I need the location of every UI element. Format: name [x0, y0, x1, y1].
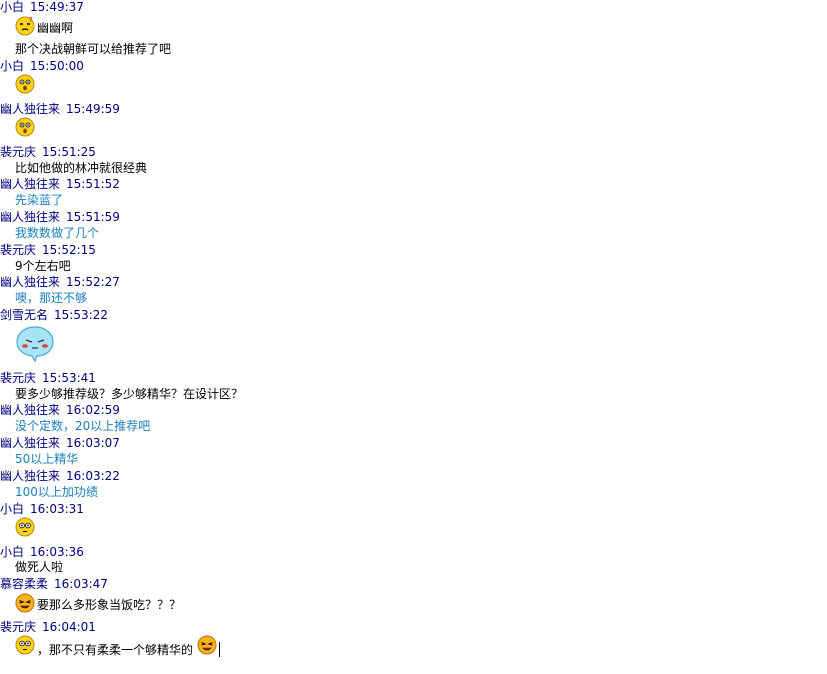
message-header: 幽人独往来 16:03:22: [0, 469, 120, 483]
message-header: 幽人独往来 16:02:59: [0, 403, 120, 417]
timestamp: 16:02:59: [66, 403, 120, 417]
squinting-grin-icon: [197, 635, 217, 658]
sender-name: 幽人独往来: [0, 102, 61, 116]
svg-text:?: ?: [29, 16, 33, 24]
message-header: 幽人独往来 15:51:52: [0, 177, 120, 191]
message-text: ，那不只有柔柔一个够精华的: [37, 642, 194, 657]
message-body: 要那么多形象当饭吃？？？: [15, 593, 181, 616]
message-header: 幽人独往来 16:03:07: [0, 436, 120, 450]
sender-name: 裴元庆: [0, 620, 37, 634]
sender-name: 小白: [0, 59, 25, 73]
sender-name: 裴元庆: [0, 371, 37, 385]
timestamp: 15:51:52: [66, 177, 120, 191]
message-header: 小白 15:49:37: [0, 0, 84, 14]
blushing-bubble-icon: [15, 325, 55, 366]
surprised-face-icon: [15, 117, 35, 140]
sender-name: 小白: [0, 545, 25, 559]
message-header: 小白 16:03:31: [0, 502, 84, 516]
timestamp: 16:03:47: [54, 577, 108, 591]
message-body: [15, 74, 35, 97]
message-body: [15, 517, 35, 540]
sender-name: 剑雪无名: [0, 308, 49, 322]
message-text: 先染蓝了: [15, 193, 64, 207]
message-body: [15, 325, 55, 366]
message-text: 做死人啦: [15, 560, 64, 574]
sender-name: 幽人独往来: [0, 436, 61, 450]
message-text: 9个左右吧: [15, 259, 71, 273]
timestamp: 15:53:41: [42, 371, 96, 385]
message-header: 幽人独往来 15:49:59: [0, 102, 120, 116]
squinting-grin-icon: [15, 593, 35, 616]
message-header: 慕容柔柔 16:03:47: [0, 577, 108, 591]
wide-eyed-face-icon: [15, 517, 35, 540]
message-text: 幽幽啊: [37, 20, 74, 35]
text-cursor[interactable]: [219, 642, 221, 657]
message-text: 比如他做的林冲就很经典: [15, 161, 148, 175]
timestamp: 15:49:59: [66, 102, 120, 116]
timestamp: 15:52:27: [66, 275, 120, 289]
timestamp: 16:03:07: [66, 436, 120, 450]
sender-name: 幽人独往来: [0, 469, 61, 483]
message-header: 剑雪无名 15:53:22: [0, 308, 108, 322]
message-text: 要多少够推荐级？多少够精华？在设计区？: [15, 387, 244, 401]
message-header: 小白 15:50:00: [0, 59, 84, 73]
message-header: 裴元庆 16:04:01: [0, 620, 96, 634]
timestamp: 15:51:25: [42, 145, 96, 159]
message-body: [15, 117, 35, 140]
message-header: 裴元庆 15:51:25: [0, 145, 96, 159]
message-body: ? 幽幽啊: [15, 16, 73, 39]
sender-name: 幽人独往来: [0, 177, 61, 191]
message-text: 那个决战朝鲜可以给推荐了吧: [15, 42, 172, 56]
timestamp: 16:03:36: [30, 545, 84, 559]
message-text: 噢，那还不够: [15, 291, 88, 305]
dizzy-face-icon: ?: [15, 16, 35, 39]
timestamp: 15:53:22: [54, 308, 108, 322]
timestamp: 15:50:00: [30, 59, 84, 73]
message-header: 幽人独往来 15:52:27: [0, 275, 120, 289]
sender-name: 幽人独往来: [0, 275, 61, 289]
message-header: 小白 16:03:36: [0, 545, 84, 559]
message-text: 50以上精华: [15, 452, 79, 466]
sender-name: 慕容柔柔: [0, 577, 49, 591]
timestamp: 15:49:37: [30, 0, 84, 14]
timestamp: 16:03:31: [30, 502, 84, 516]
sender-name: 裴元庆: [0, 145, 37, 159]
message-text: 100以上加功绩: [15, 485, 98, 499]
message-text: 要那么多形象当饭吃？？？: [37, 597, 182, 612]
timestamp: 15:51:59: [66, 210, 120, 224]
timestamp: 16:03:22: [66, 469, 120, 483]
message-header: 幽人独往来 15:51:59: [0, 210, 120, 224]
sender-name: 幽人独往来: [0, 403, 61, 417]
sender-name: 裴元庆: [0, 243, 37, 257]
message-text: 我数数做了几个: [15, 226, 100, 240]
message-header: 裴元庆 15:53:41: [0, 371, 96, 385]
sender-name: 幽人独往来: [0, 210, 61, 224]
sender-name: 小白: [0, 502, 25, 516]
sender-name: 小白: [0, 0, 25, 14]
wide-eyed-face-icon: [15, 635, 35, 658]
surprised-face-icon: [15, 74, 35, 97]
message-header: 裴元庆 15:52:15: [0, 243, 96, 257]
message-body: ，那不只有柔柔一个够精华的: [15, 635, 221, 658]
timestamp: 16:04:01: [42, 620, 96, 634]
timestamp: 15:52:15: [42, 243, 96, 257]
message-text: 没个定数，20以上推荐吧: [15, 419, 151, 433]
